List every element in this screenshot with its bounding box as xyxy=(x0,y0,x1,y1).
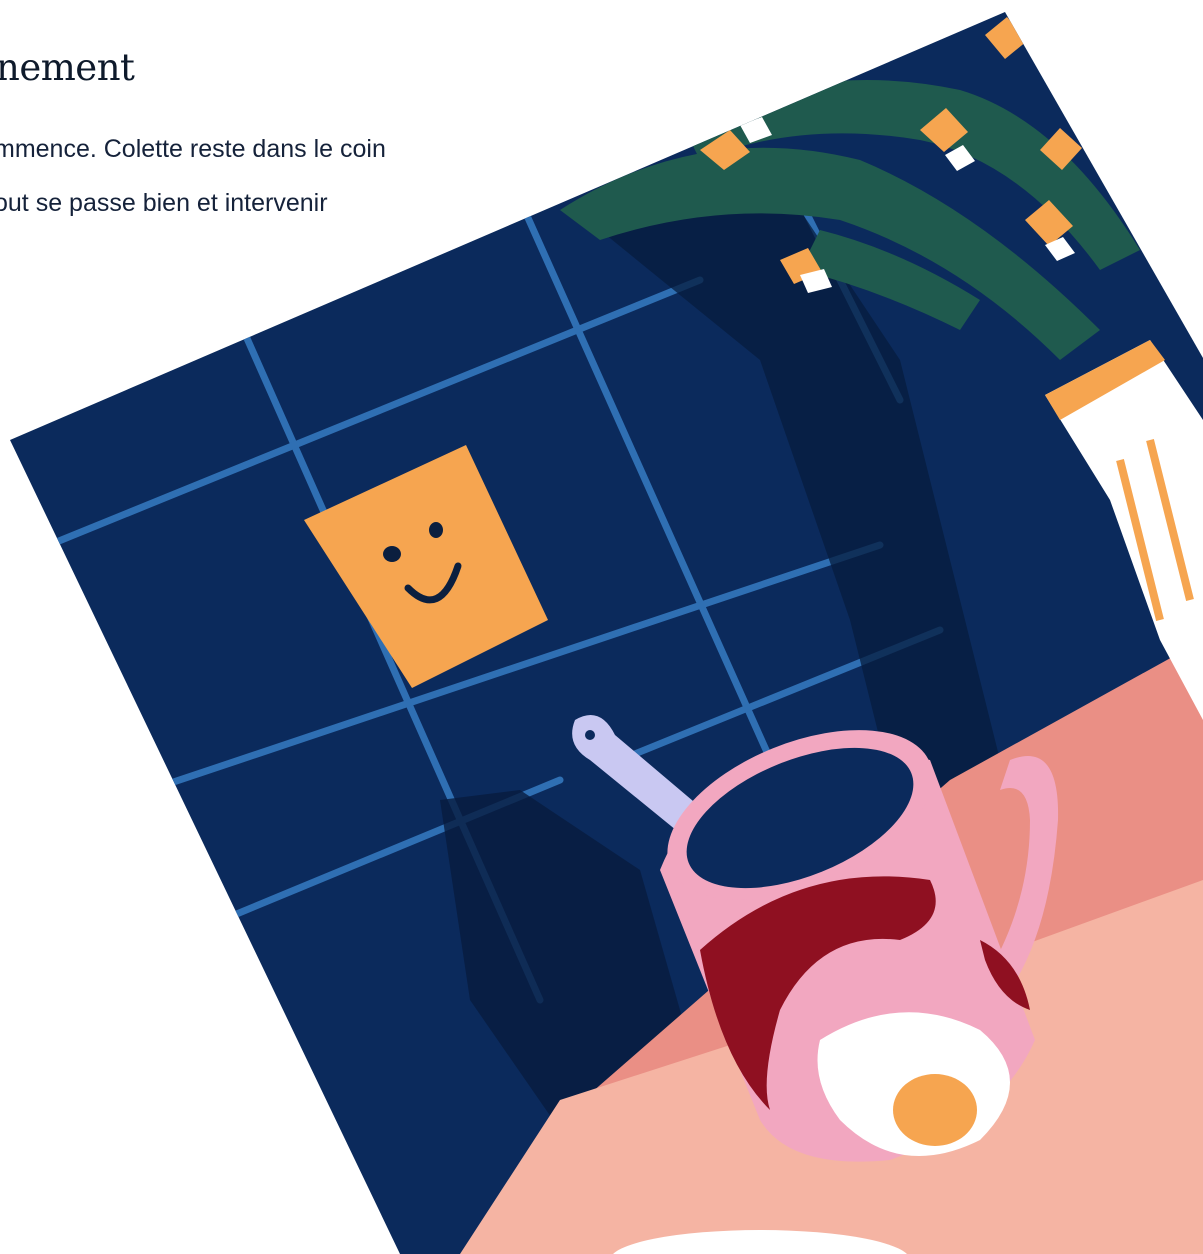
kitchen-illustration xyxy=(10,12,1203,1254)
